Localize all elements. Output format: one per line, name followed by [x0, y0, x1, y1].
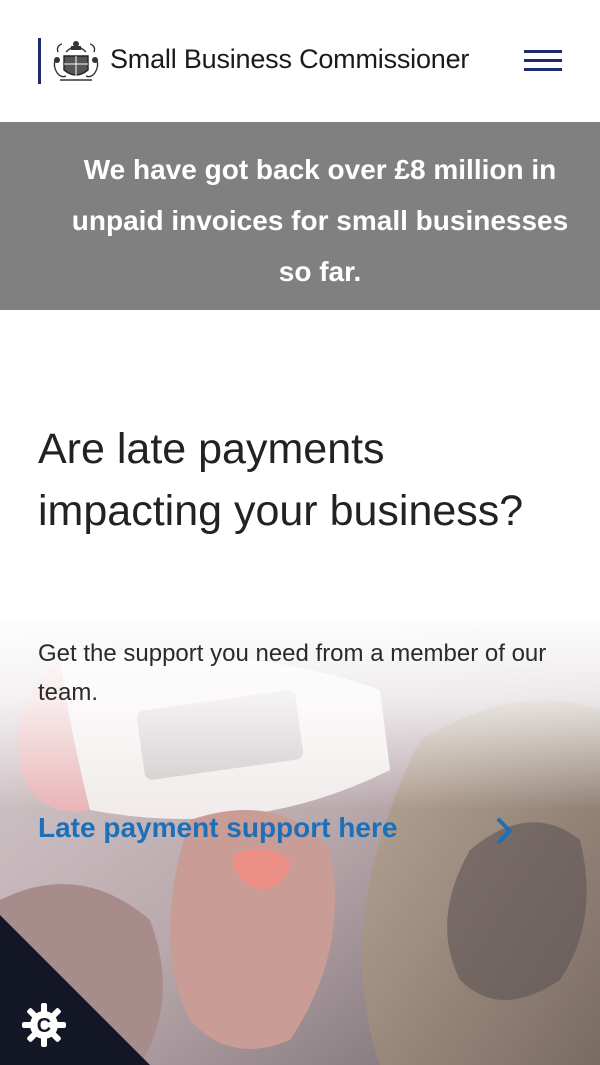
- chevron-right-icon: [497, 818, 512, 844]
- late-payment-support-link[interactable]: Late payment support here: [38, 808, 528, 856]
- site-header: Small Business Commissioner: [0, 0, 600, 122]
- menu-button[interactable]: [524, 48, 564, 74]
- cta-label: Late payment support here: [38, 812, 398, 843]
- cookie-settings-icon: C: [22, 1003, 66, 1047]
- brand-name[interactable]: Small Business Commissioner: [110, 44, 469, 75]
- hamburger-menu-icon: [524, 59, 562, 62]
- hero-subtitle: Get the support you need from a member o…: [38, 640, 547, 706]
- hamburger-menu-icon: [524, 50, 562, 53]
- stats-banner: We have got back over £8 million in unpa…: [0, 122, 600, 310]
- cookie-settings-button[interactable]: C: [0, 915, 150, 1065]
- cookie-settings-letter: C: [37, 1015, 51, 1037]
- royal-crest-icon[interactable]: [50, 38, 102, 84]
- hero-title: Are late payments impacting your busines…: [38, 425, 524, 535]
- brand-divider: [38, 38, 41, 84]
- banner-text: We have got back over £8 million in unpa…: [71, 154, 569, 287]
- hamburger-menu-icon: [524, 68, 562, 71]
